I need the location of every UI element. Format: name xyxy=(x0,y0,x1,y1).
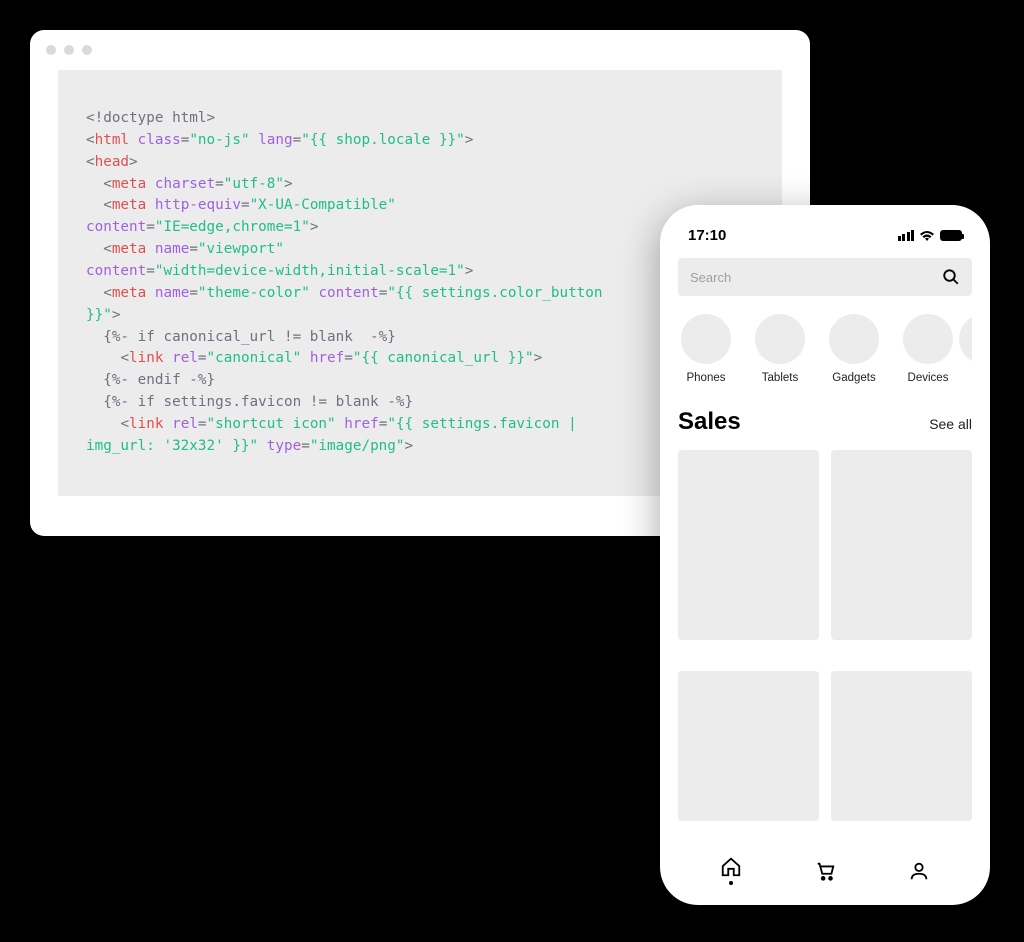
category-avatar xyxy=(681,314,731,364)
search-placeholder: Search xyxy=(690,270,731,285)
category-label: Tablets xyxy=(762,372,798,384)
tab-profile[interactable] xyxy=(908,860,930,882)
category-avatar xyxy=(959,314,972,364)
code-line: img_url: '32x32' }}" type="image/png"> xyxy=(86,436,754,458)
search-input[interactable]: Search xyxy=(678,258,972,296)
category-label: Devices xyxy=(908,372,949,384)
search-icon xyxy=(942,268,960,286)
category-avatar xyxy=(829,314,879,364)
see-all-link[interactable]: See all xyxy=(929,416,972,432)
code-line: }}"> xyxy=(86,305,754,327)
code-line: <meta charset="utf-8"> xyxy=(86,174,754,196)
category-avatar xyxy=(755,314,805,364)
product-card[interactable] xyxy=(678,671,819,821)
category-item[interactable]: Tablets xyxy=(752,314,808,384)
code-line: <link rel="shortcut icon" href="{{ setti… xyxy=(86,414,754,436)
section-title: Sales xyxy=(678,408,741,436)
category-label: Phones xyxy=(686,372,725,384)
product-card[interactable] xyxy=(831,671,972,821)
code-line: <meta name="viewport" xyxy=(86,239,754,261)
category-item[interactable]: Phones xyxy=(678,314,734,384)
tab-cart[interactable] xyxy=(814,860,836,882)
code-line: <head> xyxy=(86,152,754,174)
signal-icon xyxy=(898,230,915,241)
code-line: content="IE=edge,chrome=1"> xyxy=(86,217,754,239)
section-header: Sales See all xyxy=(678,408,972,436)
code-line: <meta http-equiv="X-UA-Compatible" xyxy=(86,195,754,217)
code-line: {%- if settings.favicon != blank -%} xyxy=(86,392,754,414)
cart-icon xyxy=(814,860,836,882)
code-line: <meta name="theme-color" content="{{ set… xyxy=(86,283,754,305)
code-line: <link rel="canonical" href="{{ canonical… xyxy=(86,348,754,370)
window-titlebar xyxy=(30,30,810,70)
product-grid xyxy=(678,450,972,840)
code-line: {%- endif -%} xyxy=(86,370,754,392)
phone-frame: 17:10 Search Phones Tablets Gadgets Devices… xyxy=(660,205,990,905)
product-card[interactable] xyxy=(831,450,972,640)
user-icon xyxy=(908,860,930,882)
battery-icon xyxy=(940,230,962,241)
minimize-icon[interactable] xyxy=(64,45,74,55)
active-indicator xyxy=(729,881,733,885)
wifi-icon xyxy=(919,230,935,242)
clock: 17:10 xyxy=(688,227,726,244)
status-bar: 17:10 xyxy=(678,227,972,258)
code-line: {%- if canonical_url != blank -%} xyxy=(86,327,754,349)
product-card[interactable] xyxy=(678,450,819,640)
category-item[interactable]: Devices xyxy=(900,314,956,384)
code-line: content="width=device-width,initial-scal… xyxy=(86,261,754,283)
category-label: Gadgets xyxy=(832,372,875,384)
code-line: <!doctype html> xyxy=(86,108,754,130)
maximize-icon[interactable] xyxy=(82,45,92,55)
code-line: <html class="no-js" lang="{{ shop.locale… xyxy=(86,130,754,152)
category-item[interactable]: Gadgets xyxy=(826,314,882,384)
home-icon xyxy=(720,856,742,878)
tab-home[interactable] xyxy=(720,856,742,885)
close-icon[interactable] xyxy=(46,45,56,55)
category-avatar xyxy=(903,314,953,364)
category-row[interactable]: PhonesTabletsGadgetsDevicesCa xyxy=(678,314,972,384)
status-icons xyxy=(898,230,963,242)
tab-bar xyxy=(678,840,972,889)
